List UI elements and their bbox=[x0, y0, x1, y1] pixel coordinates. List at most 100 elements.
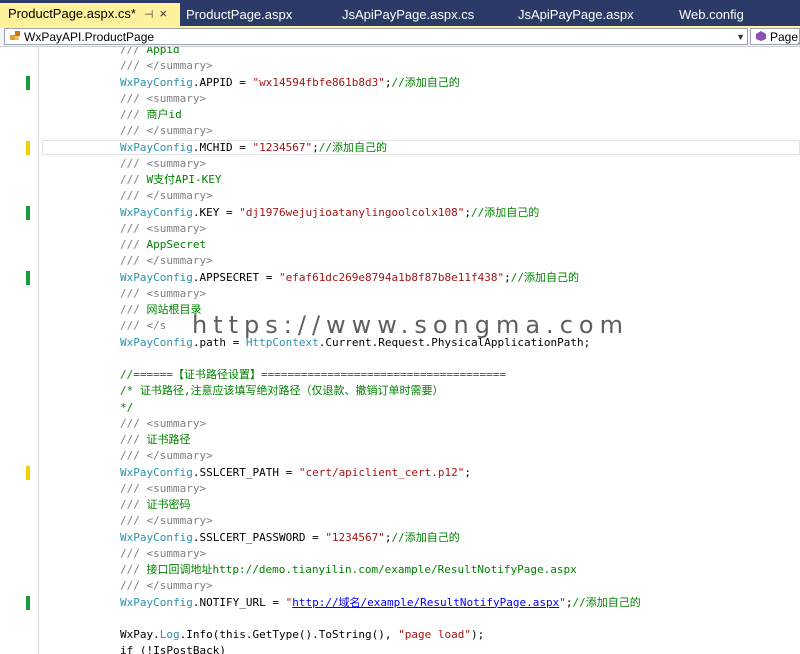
code-line[interactable]: WxPayConfig.KEY = "dj1976wejujioatanylin… bbox=[120, 205, 539, 221]
code-line[interactable]: /// </summary> bbox=[120, 253, 213, 269]
code-line[interactable]: /* 证书路径,注意应该填写绝对路径（仅退款、撤销订单时需要） bbox=[120, 383, 444, 399]
code-line[interactable]: /// </summary> bbox=[120, 188, 213, 204]
unsaved-change-marker bbox=[26, 465, 30, 480]
code-token: ; bbox=[312, 140, 319, 154]
code-token: /// <summary> bbox=[120, 546, 207, 560]
code-line[interactable]: /// </s bbox=[120, 318, 166, 334]
code-line[interactable]: /// </summary> bbox=[120, 448, 213, 464]
code-token: WxPayConfig bbox=[120, 465, 193, 479]
code-line[interactable]: /// 商户id bbox=[120, 107, 182, 123]
code-token: WxPay bbox=[120, 628, 154, 641]
tab-label: ProductPage.aspx.cs* bbox=[8, 6, 136, 21]
code-line[interactable]: WxPay.Log.Info(this.GetType().ToString()… bbox=[120, 627, 484, 643]
code-token: .Info(this.GetType().ToString(), bbox=[179, 628, 399, 641]
code-line[interactable]: /// 网站根目录 bbox=[120, 302, 202, 318]
code-token: "1234567" bbox=[325, 530, 385, 544]
code-token: W支付API-KEY bbox=[146, 173, 222, 186]
code-token: 证书密码 bbox=[146, 498, 191, 511]
document-tab-strip: ProductPage.aspx.cs* ⊣ × ProductPage.aspx … bbox=[0, 0, 800, 26]
code-token: WxPayConfig bbox=[120, 335, 193, 349]
tab-label: ProductPage.aspx bbox=[186, 7, 293, 22]
class-dropdown[interactable]: WxPayAPI.ProductPage ▼ bbox=[4, 28, 748, 45]
code-token: AppSecret bbox=[146, 238, 207, 251]
code-token: //添加自己的 bbox=[471, 205, 540, 219]
code-line[interactable]: /// Appid bbox=[120, 47, 180, 58]
code-line[interactable]: WxPayConfig.APPSECRET = "efaf61dc269e879… bbox=[120, 270, 579, 286]
code-line[interactable]: WxPayConfig.SSLCERT_PATH = "cert/apiclie… bbox=[120, 465, 471, 481]
code-line[interactable]: /// 证书路径 bbox=[120, 432, 191, 448]
tab-productpage-aspx[interactable]: ProductPage.aspx bbox=[186, 4, 292, 26]
code-token: .APPSECRET = bbox=[192, 270, 279, 284]
tab-productpage-aspx-cs[interactable]: ProductPage.aspx.cs* ⊣ × bbox=[0, 3, 180, 26]
code-line[interactable]: /// </summary> bbox=[120, 58, 213, 74]
code-line[interactable]: /// 接口回调地址http://demo.tianyilin.com/exam… bbox=[120, 562, 577, 578]
tab-jsapipaypage-aspx[interactable]: JsApiPayPage.aspx bbox=[518, 4, 634, 26]
member-dropdown[interactable]: Page_ bbox=[750, 28, 800, 45]
code-token: */ bbox=[120, 400, 134, 414]
code-line[interactable]: WxPayConfig.NOTIFY_URL = "http://域名/exam… bbox=[120, 595, 641, 611]
code-line[interactable]: /// <summary> bbox=[120, 221, 206, 237]
code-line[interactable]: /// <summary> bbox=[120, 286, 206, 302]
code-token: /// </summary> bbox=[120, 124, 213, 138]
code-token: "dj1976wejujioatanylingoolcolx108" bbox=[239, 205, 465, 219]
code-token: /// </summary> bbox=[120, 514, 213, 528]
saved-change-marker bbox=[26, 270, 30, 285]
code-token: .SSLCERT_PASSWORD = bbox=[192, 530, 326, 544]
code-token: Log bbox=[159, 628, 180, 641]
code-line[interactable]: //======【证书路径设置】========================… bbox=[120, 367, 506, 383]
code-token: //添加自己的 bbox=[510, 270, 579, 284]
code-token: /// </summary> bbox=[120, 59, 213, 73]
code-line[interactable]: if (!IsPostBack) bbox=[120, 643, 226, 654]
code-line[interactable]: /// <summary> bbox=[120, 156, 206, 172]
code-line[interactable]: /// </summary> bbox=[120, 123, 213, 139]
code-token: /// bbox=[120, 498, 147, 511]
code-token: /// <summary> bbox=[120, 156, 207, 170]
chevron-down-icon: ▼ bbox=[736, 32, 745, 42]
code-token: . bbox=[153, 628, 160, 641]
code-token: //添加自己的 bbox=[318, 140, 387, 154]
code-line[interactable]: /// <summary> bbox=[120, 416, 206, 432]
tab-web-config[interactable]: Web.config bbox=[679, 4, 744, 26]
code-token: ; bbox=[504, 270, 511, 284]
code-token: .SSLCERT_PATH = bbox=[192, 465, 299, 479]
code-token: ; bbox=[464, 465, 472, 479]
code-line[interactable]: WxPayConfig.MCHID = "1234567";//添加自己的 bbox=[120, 140, 387, 156]
code-token: .NOTIFY_URL = bbox=[192, 595, 286, 609]
navigation-bar: WxPayAPI.ProductPage ▼ Page_ bbox=[0, 28, 800, 47]
pin-icon[interactable]: ⊣ bbox=[144, 4, 154, 26]
class-dropdown-value: WxPayAPI.ProductPage bbox=[24, 30, 155, 44]
code-token: .KEY = bbox=[192, 205, 240, 219]
code-line[interactable]: /// <summary> bbox=[120, 546, 206, 562]
code-line[interactable]: /// AppSecret bbox=[120, 237, 206, 253]
code-line[interactable]: /// 证书密码 bbox=[120, 497, 191, 513]
close-icon[interactable]: × bbox=[160, 3, 168, 25]
code-token: /// <summary> bbox=[120, 91, 207, 105]
code-line[interactable]: /// </summary> bbox=[120, 578, 213, 594]
code-token: "page load" bbox=[398, 628, 472, 641]
code-token: /// bbox=[120, 563, 147, 576]
code-line[interactable]: /// <summary> bbox=[120, 91, 206, 107]
code-line[interactable]: WxPayConfig.SSLCERT_PASSWORD = "1234567"… bbox=[120, 530, 460, 546]
code-token: " bbox=[559, 595, 566, 609]
tab-label: JsApiPayPage.aspx.cs bbox=[342, 7, 475, 22]
tab-label: JsApiPayPage.aspx bbox=[518, 7, 634, 22]
code-line[interactable]: /// </summary> bbox=[120, 513, 213, 529]
code-editor[interactable]: /// Appid/// </summary> WxPayConfig.APPID… bbox=[0, 47, 800, 654]
code-token: if (!IsPostBack) bbox=[120, 644, 226, 654]
unsaved-change-marker bbox=[26, 140, 30, 155]
code-line[interactable]: */ bbox=[120, 400, 133, 416]
code-token: //添加自己的 bbox=[391, 530, 460, 544]
code-token: /// </summary> bbox=[120, 189, 213, 203]
code-line[interactable]: /// <summary> bbox=[120, 481, 206, 497]
tab-jsapipaypage-aspx-cs[interactable]: JsApiPayPage.aspx.cs bbox=[342, 4, 474, 26]
code-token: 商户id bbox=[146, 108, 182, 121]
code-token: /// <summary> bbox=[120, 481, 207, 495]
code-token: //======【证书路径设置】========================… bbox=[120, 368, 507, 381]
code-token: //添加自己的 bbox=[391, 75, 460, 89]
code-line[interactable]: WxPayConfig.APPID = "wx14594fbfe861b8d3"… bbox=[120, 75, 460, 91]
code-line[interactable]: /// W支付API-KEY bbox=[120, 172, 221, 188]
code-token: /* 证书路径,注意应该填写绝对路径（仅退款、撤销订单时需要） bbox=[120, 384, 444, 398]
code-token: /// bbox=[120, 173, 147, 186]
tab-label: Web.config bbox=[679, 7, 744, 22]
member-dropdown-value: Page_ bbox=[770, 30, 799, 44]
